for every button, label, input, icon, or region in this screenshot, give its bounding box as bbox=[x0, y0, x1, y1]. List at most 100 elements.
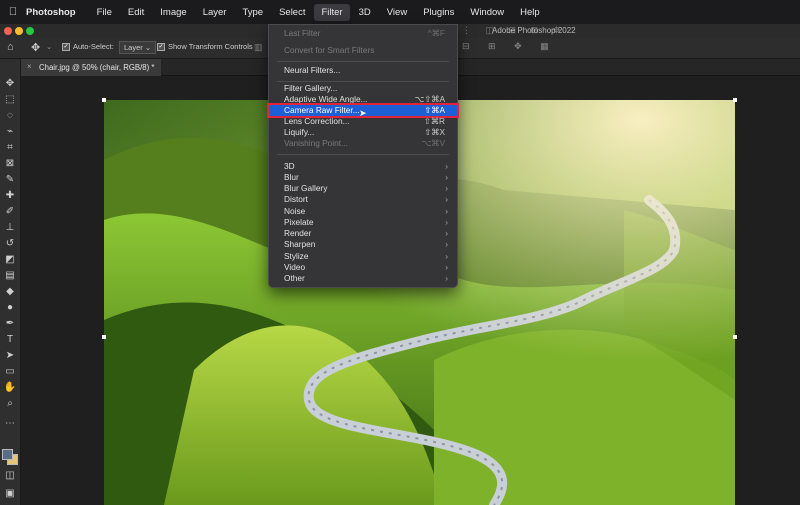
move-tool-preset-icon[interactable]: ✥ bbox=[31, 41, 40, 54]
blur-tool-icon[interactable]: ◆ bbox=[2, 285, 18, 299]
menu-help[interactable]: Help bbox=[513, 4, 547, 21]
checkmark-icon: ✓ bbox=[157, 43, 165, 52]
auto-select-dropdown[interactable]: Layer ⌄ bbox=[119, 41, 157, 54]
clone-stamp-tool-icon[interactable]: ⊥ bbox=[2, 221, 18, 235]
menu-item-label: Vanishing Point... bbox=[284, 138, 348, 148]
show-transform-checkbox[interactable]: ✓ Show Transform Controls bbox=[157, 42, 253, 52]
frame-tool-icon[interactable]: ⊠ bbox=[2, 157, 18, 171]
transform-handle-top-left[interactable] bbox=[102, 98, 106, 102]
gradient-tool-icon[interactable]: ▤ bbox=[2, 269, 18, 283]
quick-mask-icon[interactable]: ◫ bbox=[2, 469, 18, 483]
eyedropper-tool-icon[interactable]: ✎ bbox=[2, 173, 18, 187]
auto-select-checkbox[interactable]: ✓ Auto-Select: bbox=[62, 42, 114, 52]
menu-separator bbox=[277, 61, 449, 62]
document-tab[interactable]: × Chair.jpg @ 50% (chair, RGB/8) * bbox=[21, 59, 161, 76]
chevron-down-icon[interactable]: ⌄ bbox=[46, 42, 52, 51]
screen-mode-icon[interactable]: ▣ bbox=[2, 487, 18, 501]
menu-item-other[interactable]: Other › bbox=[269, 273, 457, 284]
menu-item-sharpen[interactable]: Sharpen › bbox=[269, 239, 457, 250]
menu-layer[interactable]: Layer bbox=[196, 4, 234, 21]
menu-item-render[interactable]: Render › bbox=[269, 228, 457, 239]
submenu-arrow-icon: › bbox=[445, 251, 448, 261]
menu-3d[interactable]: 3D bbox=[352, 4, 378, 21]
menu-item-vanishing-point[interactable]: Vanishing Point... ⌥⌘V bbox=[269, 138, 457, 149]
menu-item-distort[interactable]: Distort › bbox=[269, 194, 457, 205]
eraser-tool-icon[interactable]: ◩ bbox=[2, 253, 18, 267]
auto-select-value: Layer bbox=[124, 43, 143, 52]
menu-item-3d[interactable]: 3D › bbox=[269, 161, 457, 172]
menu-filter[interactable]: Filter bbox=[314, 3, 350, 21]
menu-item-label: Pixelate bbox=[284, 217, 314, 227]
menu-item-label: Distort bbox=[284, 194, 308, 204]
menu-item-label: Sharpen bbox=[284, 239, 316, 249]
hand-tool-icon[interactable]: ✋ bbox=[2, 381, 18, 395]
marquee-tool-icon[interactable]: ⬚ bbox=[2, 93, 18, 107]
auto-select-label: Auto-Select: bbox=[73, 42, 114, 51]
menu-item-label: Adaptive Wide Angle... bbox=[284, 94, 368, 104]
menu-plugins[interactable]: Plugins bbox=[416, 4, 461, 21]
menu-item-label: Last Filter bbox=[284, 28, 321, 38]
shortcut-label: ⇧⌘A bbox=[424, 105, 445, 115]
menu-select[interactable]: Select bbox=[272, 4, 312, 21]
menu-item-label: Blur Gallery bbox=[284, 183, 328, 193]
transform-handle-right[interactable] bbox=[733, 335, 737, 339]
rectangle-tool-icon[interactable]: ▭ bbox=[2, 365, 18, 379]
document-tab-label: Chair.jpg @ 50% (chair, RGB/8) * bbox=[39, 63, 155, 72]
lasso-tool-icon[interactable]: ◌ bbox=[2, 109, 18, 123]
menu-item-blur[interactable]: Blur › bbox=[269, 172, 457, 183]
submenu-arrow-icon: › bbox=[445, 172, 448, 182]
submenu-arrow-icon: › bbox=[445, 217, 448, 227]
foreground-color-swatch[interactable] bbox=[2, 449, 13, 460]
dodge-tool-icon[interactable]: ● bbox=[2, 301, 18, 315]
healing-brush-tool-icon[interactable]: ✚ bbox=[2, 189, 18, 203]
traffic-lights bbox=[4, 27, 34, 35]
shortcut-label: ^⌘F bbox=[427, 28, 445, 38]
home-icon[interactable]: ⌂ bbox=[7, 41, 14, 53]
alignment-icons[interactable]: ⊟ ⊞ ✥ ▦ bbox=[462, 41, 557, 52]
history-brush-tool-icon[interactable]: ↺ bbox=[2, 237, 18, 251]
mouse-cursor-icon: ➤ bbox=[359, 108, 367, 118]
menu-item-last-filter[interactable]: Last Filter ^⌘F bbox=[269, 28, 457, 39]
menu-item-filter-gallery[interactable]: Filter Gallery... bbox=[269, 83, 457, 94]
menu-image[interactable]: Image bbox=[153, 4, 193, 21]
window-title: Adobe Photoshop 2022 bbox=[492, 26, 576, 35]
menu-item-blur-gallery[interactable]: Blur Gallery › bbox=[269, 183, 457, 194]
path-selection-tool-icon[interactable]: ➤ bbox=[2, 349, 18, 363]
more-tools-icon[interactable]: ⋯ bbox=[2, 417, 18, 431]
show-transform-label: Show Transform Controls bbox=[168, 42, 253, 51]
crop-tool-icon[interactable]: ⌗ bbox=[2, 141, 18, 155]
menu-item-label: Convert for Smart Filters bbox=[284, 45, 375, 55]
submenu-arrow-icon: › bbox=[445, 262, 448, 272]
menu-edit[interactable]: Edit bbox=[121, 4, 151, 21]
zoom-tool-icon[interactable]: ⌕ bbox=[2, 397, 18, 411]
menu-item-adaptive-wide-angle[interactable]: Adaptive Wide Angle... ⌥⇧⌘A bbox=[269, 94, 457, 105]
close-tab-icon[interactable]: × bbox=[27, 62, 32, 71]
menu-item-neural-filters[interactable]: Neural Filters... bbox=[269, 65, 457, 76]
close-window-button[interactable] bbox=[4, 27, 12, 35]
menu-type[interactable]: Type bbox=[235, 4, 270, 21]
menu-item-convert-smart-filters[interactable]: Convert for Smart Filters bbox=[269, 45, 457, 56]
transform-handle-left[interactable] bbox=[102, 335, 106, 339]
menu-item-label: Lens Correction... bbox=[284, 116, 350, 126]
menu-file[interactable]: File bbox=[90, 4, 119, 21]
zoom-window-button[interactable] bbox=[26, 27, 34, 35]
menu-item-video[interactable]: Video › bbox=[269, 262, 457, 273]
object-select-tool-icon[interactable]: ⌁ bbox=[2, 125, 18, 139]
menu-item-stylize[interactable]: Stylize › bbox=[269, 251, 457, 262]
menu-window[interactable]: Window bbox=[463, 4, 511, 21]
move-tool-icon[interactable]: ✥ bbox=[2, 77, 18, 91]
menu-view[interactable]: View bbox=[380, 4, 414, 21]
apple-icon[interactable]:  bbox=[0, 6, 26, 18]
transform-handle-top-right[interactable] bbox=[733, 98, 737, 102]
minimize-window-button[interactable] bbox=[15, 27, 23, 35]
brush-tool-icon[interactable]: ✐ bbox=[2, 205, 18, 219]
menu-item-label: Liquify... bbox=[284, 127, 315, 137]
shortcut-label: ⌥⌘V bbox=[421, 138, 445, 148]
menu-item-liquify[interactable]: Liquify... ⇧⌘X bbox=[269, 127, 457, 138]
pen-tool-icon[interactable]: ✒ bbox=[2, 317, 18, 331]
app-name-menu[interactable]: Photoshop bbox=[26, 7, 76, 18]
type-tool-icon[interactable]: T bbox=[2, 333, 18, 347]
menu-item-label: Blur bbox=[284, 172, 299, 182]
menu-item-noise[interactable]: Noise › bbox=[269, 206, 457, 217]
menu-item-pixelate[interactable]: Pixelate › bbox=[269, 217, 457, 228]
